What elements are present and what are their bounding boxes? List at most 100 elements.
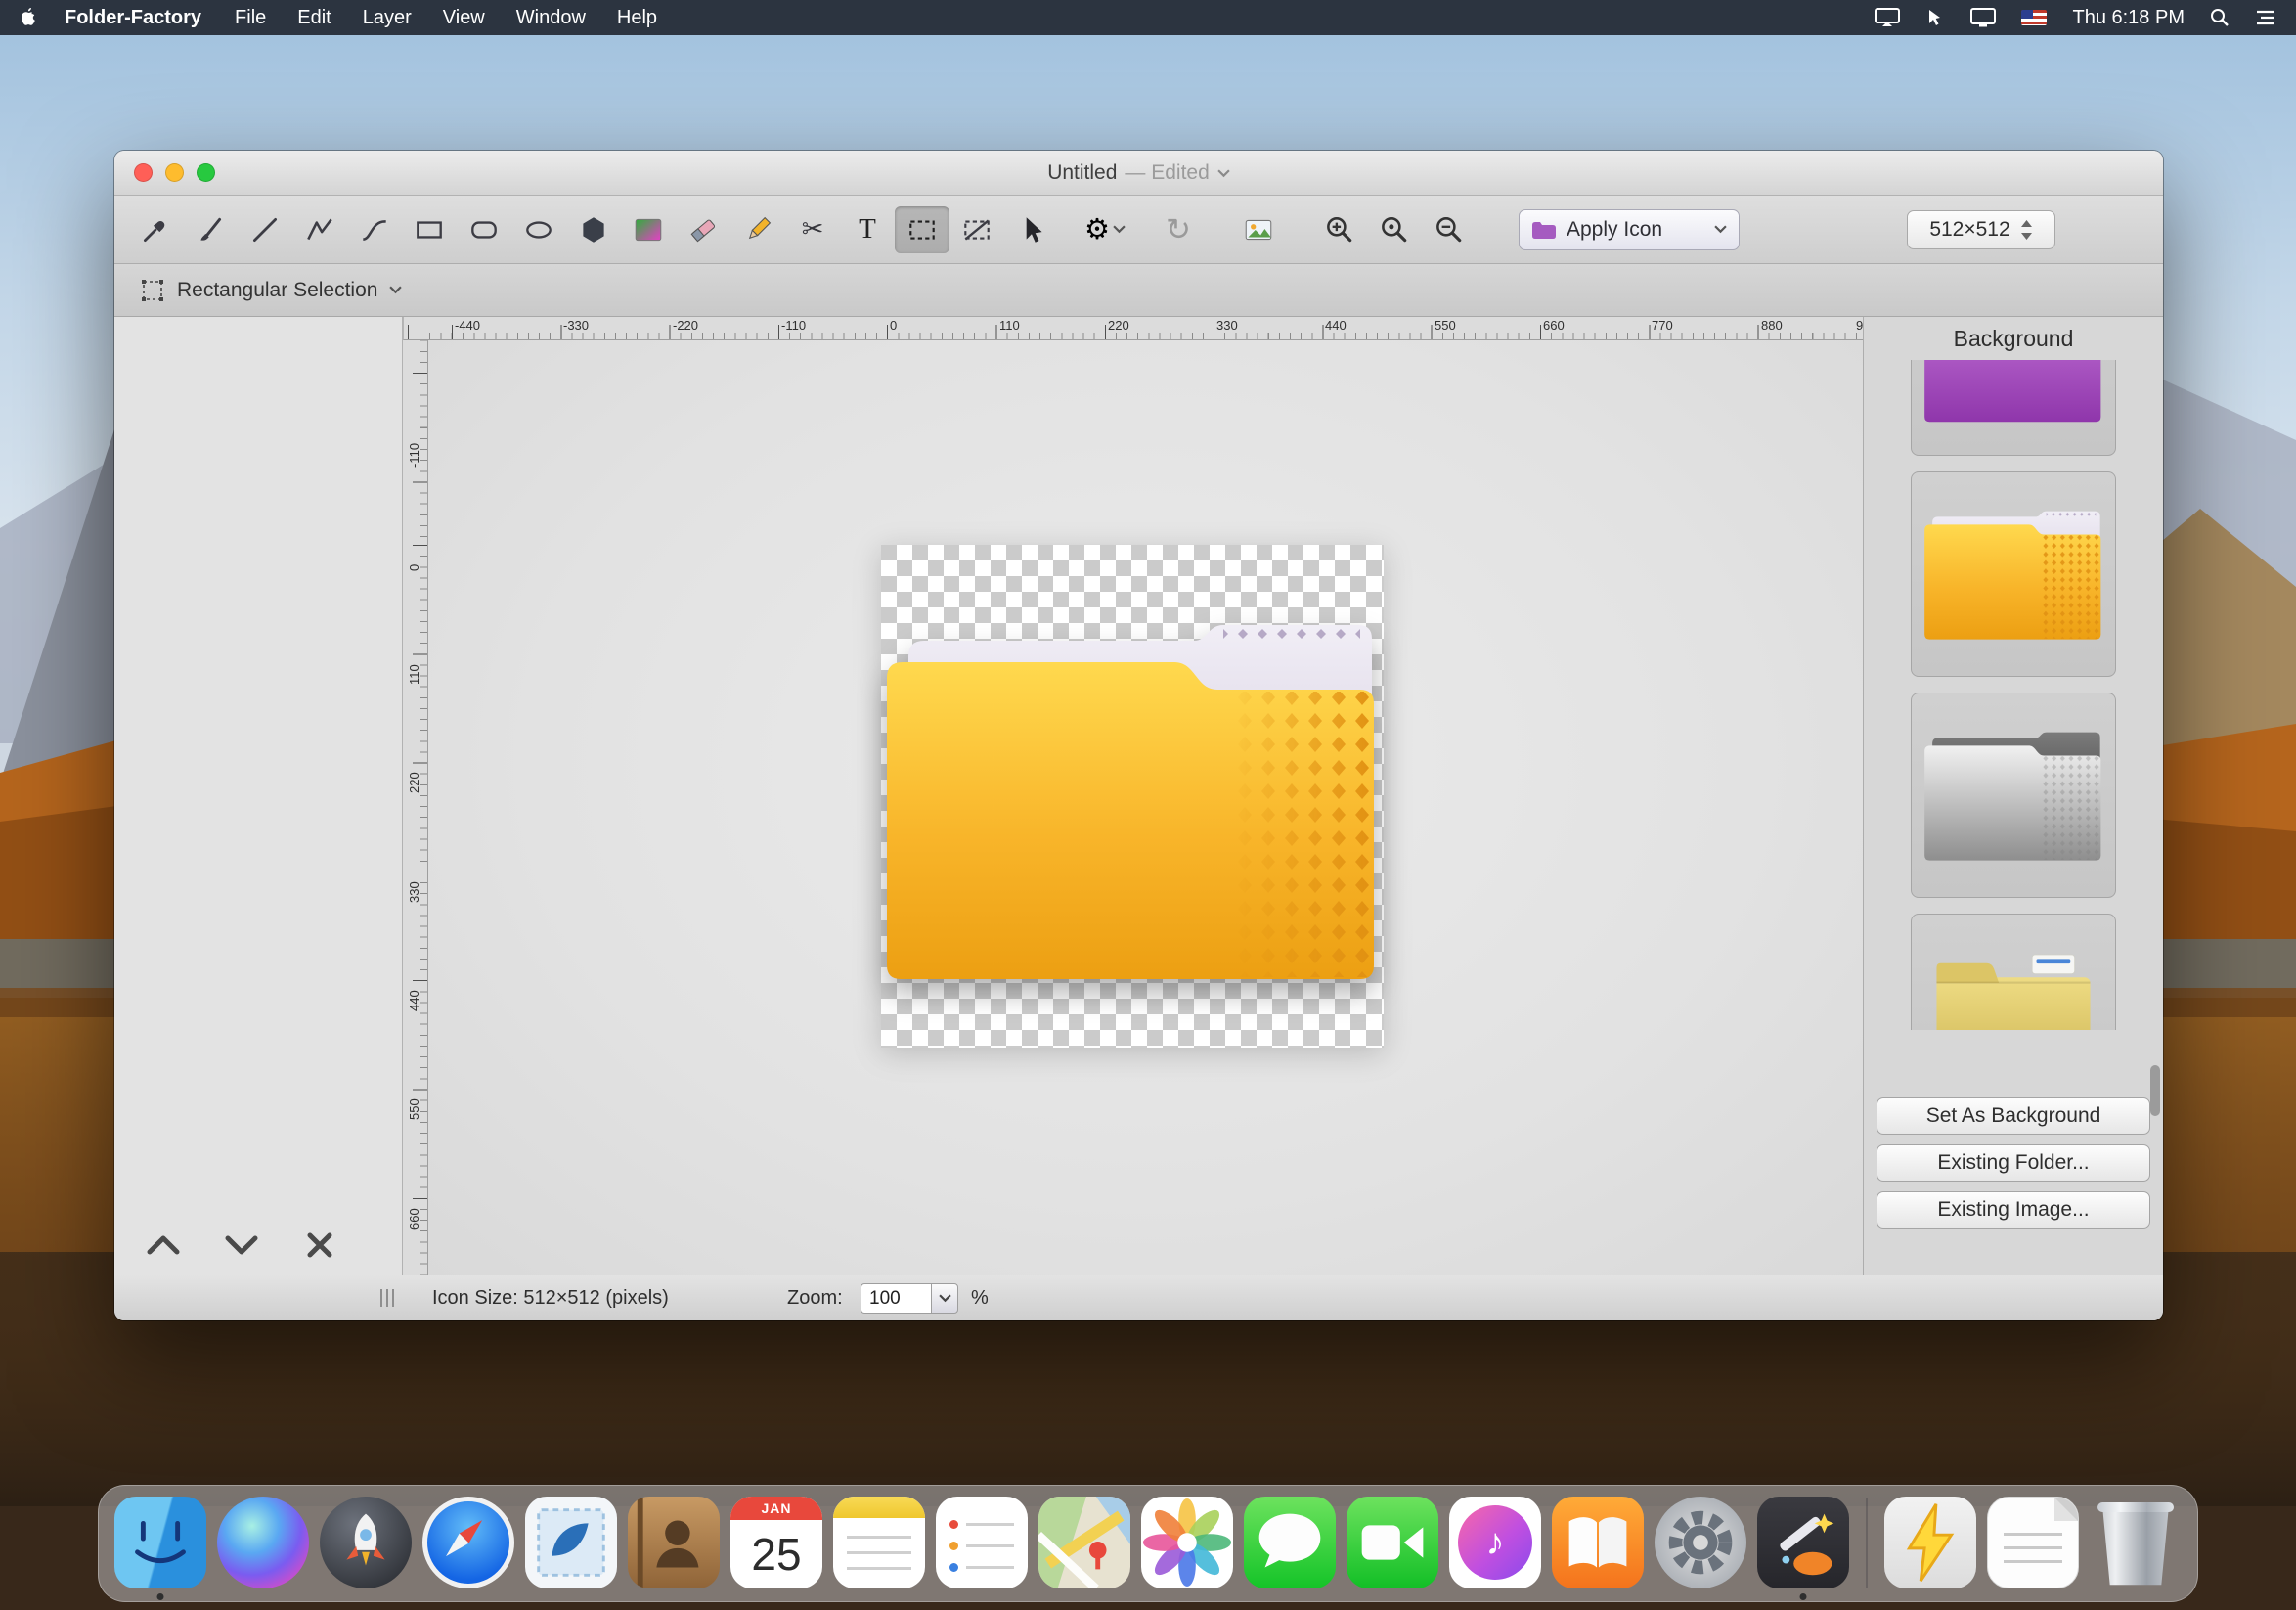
dock-document[interactable] — [1987, 1497, 2079, 1588]
brush-tool[interactable] — [183, 206, 238, 253]
existing-folder-button[interactable]: Existing Folder... — [1877, 1144, 2150, 1182]
thumbnail-purple-folder[interactable] — [1911, 360, 2116, 456]
polyline-tool[interactable] — [292, 206, 347, 253]
menu-edit[interactable]: Edit — [297, 7, 331, 29]
ruler-label: 0 — [407, 564, 421, 571]
ruler-label: 110 — [407, 664, 421, 685]
set-as-background-button[interactable]: Set As Background — [1877, 1097, 2150, 1135]
menu-bar: Folder-Factory File Edit Layer View Wind… — [0, 0, 2296, 35]
rectangle-tool[interactable] — [402, 206, 457, 253]
layers-panel — [114, 317, 403, 1275]
zoom-in-button[interactable] — [1311, 206, 1366, 253]
dock-separator — [1866, 1498, 1868, 1588]
thumbnail-manila-folder[interactable] — [1911, 914, 2116, 1030]
icon-size-stepper[interactable]: 512×512 — [1907, 210, 2055, 249]
dock-launchpad[interactable] — [320, 1497, 412, 1588]
ruler-label: 440 — [1325, 318, 1347, 333]
apple-menu[interactable] — [20, 7, 37, 28]
existing-image-button[interactable]: Existing Image... — [1877, 1191, 2150, 1229]
line-tool[interactable] — [238, 206, 292, 253]
dock-photos[interactable] — [1141, 1497, 1233, 1588]
screen-mirroring-icon[interactable] — [1875, 8, 1900, 27]
app-menu-title[interactable]: Folder-Factory — [65, 7, 201, 29]
rotate-button[interactable]: ↻ — [1151, 206, 1206, 253]
dock-safari[interactable] — [422, 1497, 514, 1588]
selection-handles-icon — [140, 278, 165, 303]
menu-clock[interactable]: Thu 6:18 PM — [2072, 7, 2185, 29]
drag-grip-icon[interactable] — [380, 1289, 394, 1307]
dock-mail[interactable] — [525, 1497, 617, 1588]
dock-finder[interactable] — [114, 1497, 206, 1588]
display-status-icon[interactable] — [1970, 8, 1996, 27]
dock-folder-factory[interactable] — [1757, 1497, 1849, 1588]
zoom-out-button[interactable] — [1421, 206, 1476, 253]
dock-calendar[interactable]: JAN 25 — [730, 1497, 822, 1588]
thumbnail-gray-folder[interactable] — [1911, 693, 2116, 898]
dock-maps[interactable] — [1038, 1497, 1130, 1588]
deselect-tool[interactable] — [949, 206, 1004, 253]
stepper-arrows-icon — [2020, 218, 2033, 242]
pointer-tool[interactable] — [1004, 206, 1059, 253]
dock: JAN 25 ♪ — [98, 1485, 2198, 1602]
cursor-status-icon[interactable] — [1925, 8, 1945, 27]
itunes-note-glyph: ♪ — [1458, 1505, 1532, 1580]
status-bar: Icon Size: 512×512 (pixels) Zoom: % — [114, 1275, 2163, 1320]
color-swatch[interactable] — [621, 206, 676, 253]
dock-notes[interactable] — [833, 1497, 925, 1588]
menu-file[interactable]: File — [235, 7, 266, 29]
dock-system-preferences[interactable] — [1655, 1497, 1746, 1588]
dock-reminders[interactable] — [936, 1497, 1028, 1588]
dock-messages[interactable] — [1244, 1497, 1336, 1588]
title-chevron-icon[interactable] — [1217, 169, 1230, 178]
ruler-label: 660 — [1543, 318, 1565, 333]
rectangular-selection-tool[interactable] — [895, 206, 949, 253]
menu-help[interactable]: Help — [617, 7, 657, 29]
eraser-tool[interactable] — [676, 206, 730, 253]
dock-contacts[interactable] — [628, 1497, 720, 1588]
menu-layer[interactable]: Layer — [363, 7, 412, 29]
move-layer-up-button[interactable] — [144, 1230, 183, 1261]
notification-center-icon[interactable] — [2255, 9, 2276, 26]
menu-view[interactable]: View — [443, 7, 485, 29]
move-layer-down-button[interactable] — [222, 1230, 261, 1261]
chevron-down-icon[interactable] — [389, 286, 402, 294]
apply-icon-dropdown[interactable]: Apply Icon — [1519, 209, 1740, 250]
folder-factory-window: Untitled — Edited ✂ T ⚙ — [114, 151, 2163, 1320]
dock-trash[interactable] — [2090, 1497, 2182, 1588]
eyedropper-tool[interactable] — [128, 206, 183, 253]
dock-siri[interactable] — [217, 1497, 309, 1588]
polygon-tool[interactable] — [566, 206, 621, 253]
ruler-label: 110 — [999, 318, 1020, 333]
apply-icon-label: Apply Icon — [1567, 218, 1662, 242]
zoom-actual-button[interactable] — [1366, 206, 1421, 253]
title-bar[interactable]: Untitled — Edited — [114, 151, 2163, 196]
delete-layer-button[interactable] — [300, 1230, 339, 1261]
settings-dropdown[interactable]: ⚙ — [1084, 212, 1126, 246]
scissors-tool[interactable]: ✂ — [785, 206, 840, 253]
insert-image-button[interactable] — [1231, 206, 1286, 253]
panel-scrollbar[interactable] — [2150, 1065, 2160, 1116]
dock-itunes[interactable]: ♪ — [1449, 1497, 1541, 1588]
window-title-suffix: — Edited — [1125, 161, 1209, 185]
thumbnail-yellow-folder[interactable] — [1911, 471, 2116, 677]
ellipse-tool[interactable] — [511, 206, 566, 253]
pencil-tool[interactable] — [730, 206, 785, 253]
icon-artboard[interactable] — [881, 545, 1384, 1048]
selection-mode-label[interactable]: Rectangular Selection — [177, 279, 377, 302]
menu-window[interactable]: Window — [516, 7, 586, 29]
spotlight-search-icon[interactable] — [2210, 8, 2230, 27]
dock-installer[interactable] — [1884, 1497, 1976, 1588]
text-tool[interactable]: T — [840, 206, 895, 253]
canvas-area[interactable] — [428, 340, 1863, 1275]
chevron-down-icon — [1113, 225, 1126, 234]
dock-facetime[interactable] — [1347, 1497, 1438, 1588]
desktop: Folder-Factory File Edit Layer View Wind… — [0, 0, 2296, 1610]
zoom-dropdown-button[interactable] — [931, 1283, 958, 1314]
rounded-rectangle-tool[interactable] — [457, 206, 511, 253]
curve-tool[interactable] — [347, 206, 402, 253]
zoom-input[interactable] — [861, 1283, 931, 1314]
ruler-label: 990 — [1856, 318, 1863, 333]
zoom-label: Zoom: — [787, 1287, 843, 1310]
input-language-flag-icon[interactable] — [2021, 10, 2047, 25]
dock-ibooks[interactable] — [1552, 1497, 1644, 1588]
